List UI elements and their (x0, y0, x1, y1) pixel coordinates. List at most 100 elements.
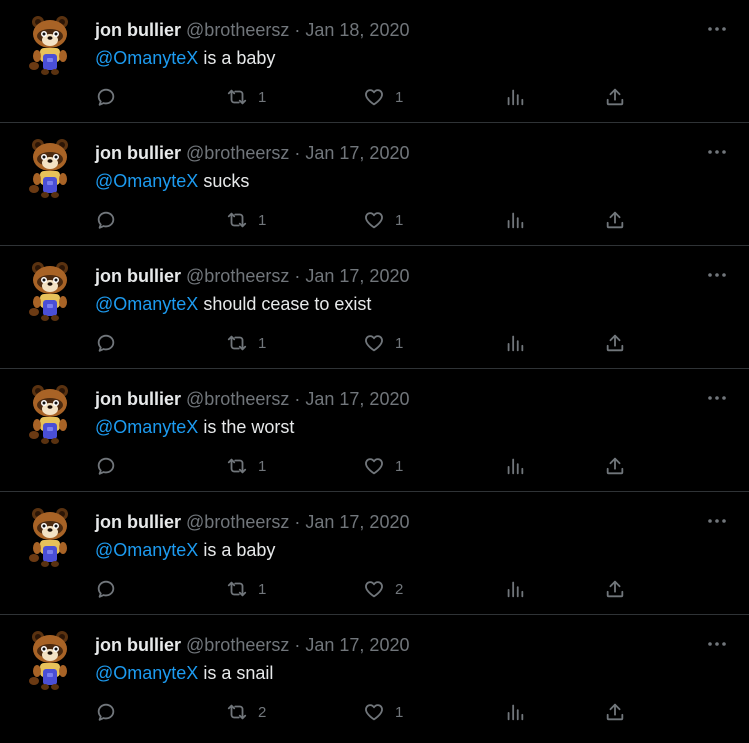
like-button[interactable]: 1 (363, 85, 403, 109)
avatar-raccoon-image (29, 139, 68, 198)
share-icon (604, 86, 626, 108)
tweet-header: jon bullier @brotheersz · Jan 17, 2020 (95, 265, 409, 287)
share-icon (604, 455, 626, 477)
author-name[interactable]: jon bullier (95, 512, 181, 532)
avatar[interactable] (26, 137, 74, 199)
views-button[interactable] (504, 454, 526, 478)
tweet-header: jon bullier @brotheersz · Jan 17, 2020 (95, 511, 409, 533)
tweet-header: jon bullier @brotheersz · Jan 17, 2020 (95, 388, 409, 410)
tweet[interactable]: jon bullier @brotheersz · Jan 17, 2020 @… (0, 246, 749, 369)
author-handle[interactable]: @brotheersz (186, 389, 289, 409)
retweet-button[interactable]: 1 (226, 208, 266, 232)
tweet[interactable]: jon bullier @brotheersz · Jan 17, 2020 @… (0, 615, 749, 739)
avatar[interactable] (26, 260, 74, 322)
reply-button[interactable] (95, 454, 117, 478)
tweet[interactable]: jon bullier @brotheersz · Jan 17, 2020 @… (0, 492, 749, 615)
like-button[interactable]: 1 (363, 208, 403, 232)
like-button[interactable]: 1 (363, 331, 403, 355)
like-button[interactable]: 2 (363, 577, 403, 601)
reply-icon (95, 455, 117, 477)
reply-icon (95, 578, 117, 600)
retweet-icon (226, 332, 248, 354)
more-button[interactable] (707, 637, 727, 649)
more-icon (708, 150, 726, 154)
share-icon (604, 701, 626, 723)
author-name[interactable]: jon bullier (95, 635, 181, 655)
author-handle[interactable]: @brotheersz (186, 20, 289, 40)
author-handle[interactable]: @brotheersz (186, 143, 289, 163)
avatar[interactable] (26, 383, 74, 445)
views-button[interactable] (504, 700, 526, 724)
tweet-date[interactable]: Jan 17, 2020 (305, 266, 409, 286)
reply-button[interactable] (95, 331, 117, 355)
like-count: 1 (395, 457, 404, 475)
retweet-button[interactable]: 1 (226, 577, 266, 601)
tweet[interactable]: jon bullier @brotheersz · Jan 17, 2020 @… (0, 123, 749, 246)
share-button[interactable] (604, 454, 626, 478)
tweet-date[interactable]: Jan 17, 2020 (305, 389, 409, 409)
tweet[interactable]: jon bullier @brotheersz · Jan 17, 2020 @… (0, 369, 749, 492)
mention-link[interactable]: @OmanyteX (95, 417, 198, 437)
retweet-count: 1 (258, 88, 267, 106)
more-button[interactable] (707, 145, 727, 157)
tweet-date[interactable]: Jan 18, 2020 (305, 20, 409, 40)
retweet-button[interactable]: 2 (226, 700, 266, 724)
author-name[interactable]: jon bullier (95, 389, 181, 409)
reply-button[interactable] (95, 700, 117, 724)
author-handle[interactable]: @brotheersz (186, 635, 289, 655)
author-handle[interactable]: @brotheersz (186, 266, 289, 286)
tweet-text-content: is a baby (198, 48, 276, 68)
reply-button[interactable] (95, 85, 117, 109)
reply-icon (95, 332, 117, 354)
author-handle[interactable]: @brotheersz (186, 512, 289, 532)
tweet-text: @OmanyteX is a baby (95, 46, 275, 70)
more-button[interactable] (707, 514, 727, 526)
avatar[interactable] (26, 14, 74, 76)
retweet-icon (226, 578, 248, 600)
share-button[interactable] (604, 85, 626, 109)
tweet-date[interactable]: Jan 17, 2020 (305, 143, 409, 163)
more-button[interactable] (707, 22, 727, 34)
tweet-date[interactable]: Jan 17, 2020 (305, 635, 409, 655)
author-name[interactable]: jon bullier (95, 20, 181, 40)
more-button[interactable] (707, 391, 727, 403)
avatar-raccoon-image (29, 262, 68, 321)
retweet-button[interactable]: 1 (226, 454, 266, 478)
views-button[interactable] (504, 85, 526, 109)
share-button[interactable] (604, 577, 626, 601)
mention-link[interactable]: @OmanyteX (95, 540, 198, 560)
tweet[interactable]: jon bullier @brotheersz · Jan 18, 2020 @… (0, 0, 749, 123)
avatar-raccoon-image (29, 631, 68, 690)
avatar[interactable] (26, 506, 74, 568)
views-button[interactable] (504, 577, 526, 601)
tweet-date[interactable]: Jan 17, 2020 (305, 512, 409, 532)
mention-link[interactable]: @OmanyteX (95, 48, 198, 68)
retweet-button[interactable]: 1 (226, 85, 266, 109)
views-icon (504, 86, 526, 108)
mention-link[interactable]: @OmanyteX (95, 663, 198, 683)
like-button[interactable]: 1 (363, 454, 403, 478)
share-button[interactable] (604, 331, 626, 355)
avatar[interactable] (26, 629, 74, 691)
tweet-text-content: sucks (198, 171, 250, 191)
views-icon (504, 455, 526, 477)
tweet-header: jon bullier @brotheersz · Jan 17, 2020 (95, 634, 409, 656)
author-name[interactable]: jon bullier (95, 266, 181, 286)
views-button[interactable] (504, 208, 526, 232)
views-icon (504, 332, 526, 354)
share-button[interactable] (604, 208, 626, 232)
author-name[interactable]: jon bullier (95, 143, 181, 163)
reply-button[interactable] (95, 577, 117, 601)
views-button[interactable] (504, 331, 526, 355)
share-button[interactable] (604, 700, 626, 724)
mention-link[interactable]: @OmanyteX (95, 294, 198, 314)
retweet-button[interactable]: 1 (226, 331, 266, 355)
retweet-count: 1 (258, 211, 267, 229)
tweet-text: @OmanyteX sucks (95, 169, 249, 193)
mention-link[interactable]: @OmanyteX (95, 171, 198, 191)
more-icon (708, 273, 726, 277)
reply-button[interactable] (95, 208, 117, 232)
heart-icon (363, 701, 385, 723)
like-button[interactable]: 1 (363, 700, 403, 724)
more-button[interactable] (707, 268, 727, 280)
